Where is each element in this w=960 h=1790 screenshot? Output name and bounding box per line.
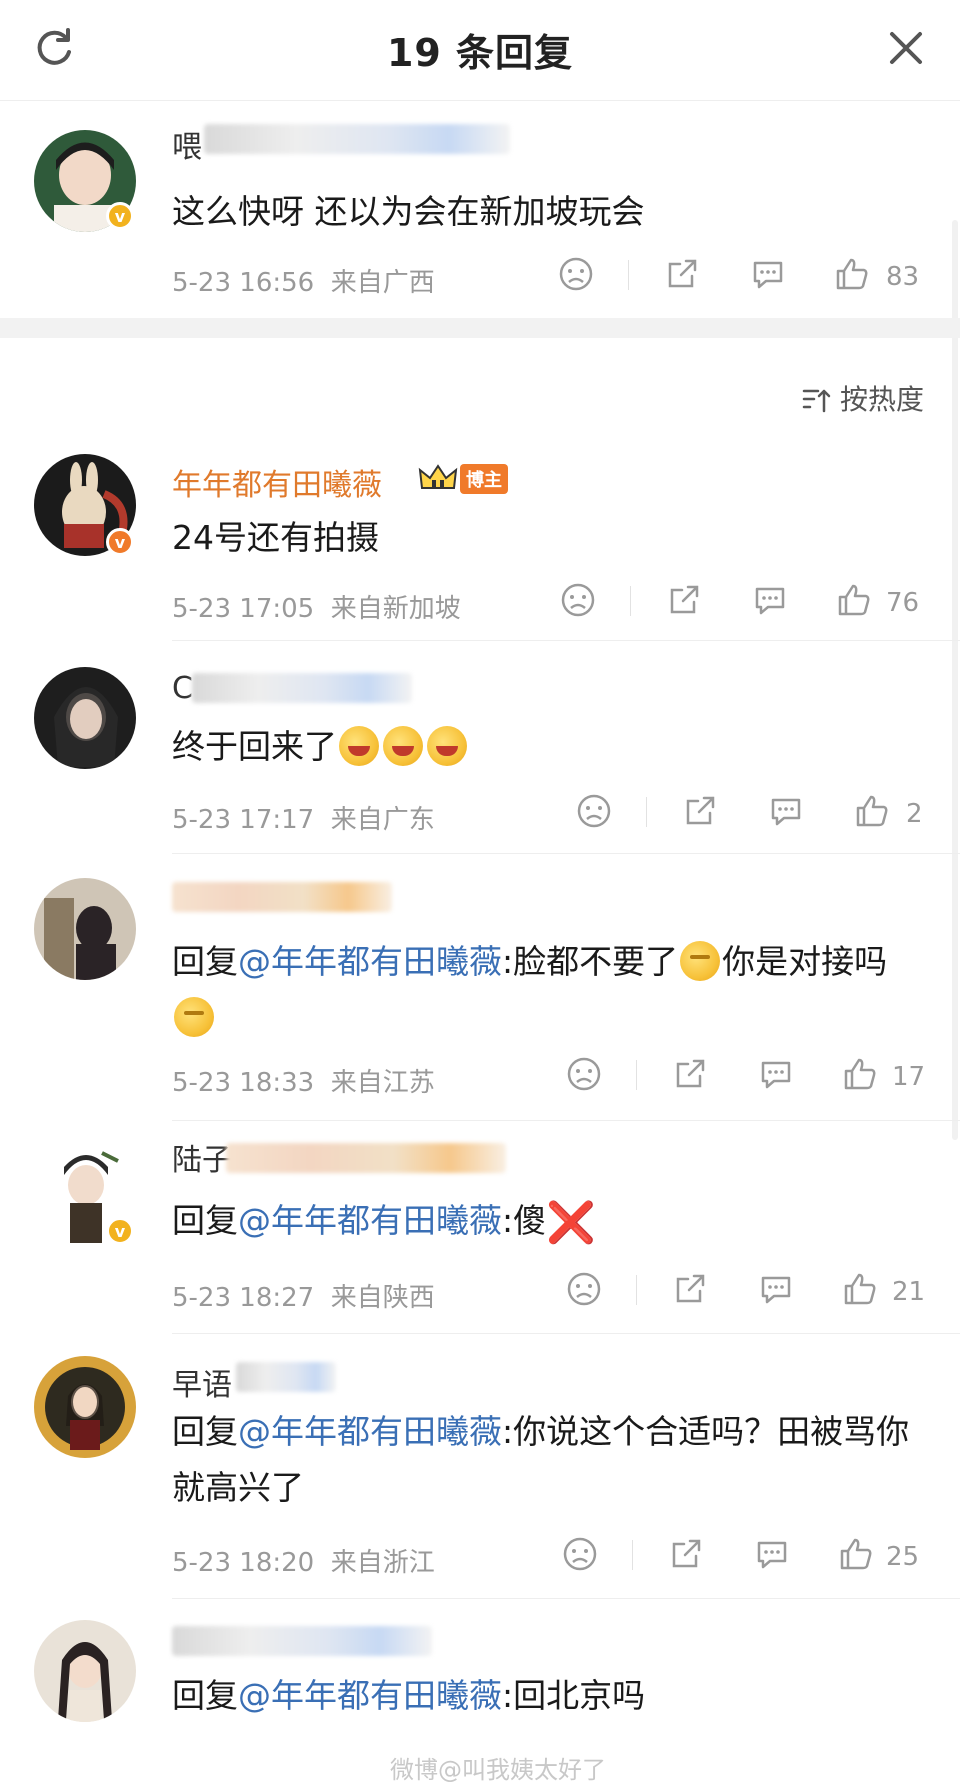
comment-icon[interactable]: [750, 580, 790, 620]
separator: [636, 1060, 637, 1090]
root-comment: v 喂 这么快呀 还以为会在新加坡玩会 5-23 16:56 来自广西 83: [0, 100, 960, 318]
verified-badge-icon: v: [106, 528, 134, 556]
blurred-name: [204, 124, 510, 154]
share-icon[interactable]: [666, 1534, 706, 1574]
smirk-emoji-icon: [680, 941, 721, 981]
comment-meta: 5-23 18:20 来自浙江 25: [172, 1534, 930, 1578]
comment-item: 回复@年年都有田曦薇:脸都不要了 你是对接吗 5-23 18:33 来自江苏 17: [0, 868, 960, 1120]
blurred-name: [192, 673, 412, 703]
comment-text: 回复@年年都有田曦薇:你说这个合适吗？田被骂你就高兴了: [172, 1412, 910, 1507]
divider: [172, 853, 960, 854]
mention-link[interactable]: @年年都有田曦薇: [238, 1412, 502, 1451]
dislike-icon[interactable]: [558, 580, 598, 620]
comment-text: 这么快呀 还以为会在新加坡玩会: [172, 192, 645, 231]
commenter-name[interactable]: 陆子: [172, 1135, 232, 1179]
verified-badge-icon: v: [106, 202, 134, 230]
dislike-icon[interactable]: [564, 1269, 604, 1309]
sort-button[interactable]: 按热度: [802, 378, 924, 420]
comment-icon[interactable]: [766, 791, 806, 831]
watermark: 微博@叫我姨太好了: [390, 1756, 606, 1784]
comment-icon[interactable]: [756, 1054, 796, 1094]
share-icon[interactable]: [664, 580, 704, 620]
like-count: 2: [906, 799, 923, 829]
like-count: 17: [892, 1062, 926, 1092]
share-icon[interactable]: [680, 791, 720, 831]
separator: [630, 586, 631, 616]
like-count: 83: [886, 262, 920, 292]
comment-text: 回复@年年都有田曦薇:傻❌: [172, 1200, 596, 1246]
avatar[interactable]: [34, 878, 136, 980]
laugh-emoji-icon: [427, 726, 467, 766]
separator: [636, 1275, 637, 1305]
separator: [628, 260, 629, 290]
comment-meta: 5-23 18:27 来自陕西 21: [172, 1269, 930, 1313]
close-icon[interactable]: [880, 22, 932, 74]
divider: [172, 1120, 960, 1121]
comment-icon[interactable]: [756, 1269, 796, 1309]
separator: [646, 797, 647, 827]
comment-item: v 年年都有田曦薇 博主 24号还有拍摄 5-23 17:05 来自新加坡 76: [0, 440, 960, 640]
like-count: 25: [886, 1542, 920, 1572]
commenter-name[interactable]: C: [172, 671, 193, 706]
sort-icon: [802, 387, 832, 420]
mention-link[interactable]: @年年都有田曦薇: [238, 1201, 502, 1240]
share-icon[interactable]: [670, 1054, 710, 1094]
comment-icon[interactable]: [752, 1534, 792, 1574]
comment-icon[interactable]: [748, 254, 788, 294]
commenter-name[interactable]: 年年都有田曦薇: [172, 460, 382, 504]
comment-text: 回复@年年都有田曦薇:脸都不要了 你是对接吗: [172, 934, 930, 1046]
like-count: 21: [892, 1277, 926, 1307]
blogger-tag: 博主: [460, 464, 508, 494]
sort-label: 按热度: [839, 383, 924, 416]
divider: [172, 1333, 960, 1334]
like-icon[interactable]: [840, 1269, 880, 1309]
blurred-name: [172, 1626, 432, 1656]
dislike-icon[interactable]: [560, 1534, 600, 1574]
like-icon[interactable]: [836, 1534, 876, 1574]
timestamp: 5-23 16:56 来自广西: [172, 268, 435, 298]
dislike-icon[interactable]: [556, 254, 596, 294]
comment-item: C 终于回来了 5-23 17:17 来自广东 2: [0, 655, 960, 853]
commenter-name[interactable]: 早语: [172, 1360, 232, 1404]
comment-meta: 5-23 17:05 来自新加坡 76: [172, 580, 930, 624]
divider: [172, 1598, 960, 1599]
separator: [632, 1540, 633, 1570]
mention-link[interactable]: @年年都有田曦薇: [238, 1676, 502, 1715]
page-title: 19 条回复: [386, 31, 574, 75]
share-icon[interactable]: [662, 254, 702, 294]
mention-link[interactable]: @年年都有田曦薇: [238, 942, 502, 981]
avatar[interactable]: [34, 667, 136, 769]
like-icon[interactable]: [840, 1054, 880, 1094]
avatar[interactable]: [34, 1356, 136, 1458]
comment-meta: 5-23 17:17 来自广东 2: [172, 791, 930, 835]
divider: [172, 640, 960, 641]
crown-icon: [418, 462, 458, 498]
smirk-emoji-icon: [174, 997, 214, 1037]
comment-item: 早语 回复@年年都有田曦薇:你说这个合适吗？田被骂你就高兴了 5-23 18:2…: [0, 1348, 960, 1598]
comment-item: v 陆子 回复@年年都有田曦薇:傻❌ 5-23 18:27 来自陕西 21: [0, 1135, 960, 1333]
blurred-name: [236, 1362, 336, 1392]
dislike-icon[interactable]: [574, 791, 614, 831]
comment-text: 回复@年年都有田曦薇:回北京吗: [172, 1676, 646, 1715]
like-icon[interactable]: [834, 580, 874, 620]
section-divider: [0, 318, 960, 338]
comment-text: 24号还有拍摄: [172, 518, 379, 557]
verified-badge-icon: v: [106, 1217, 134, 1245]
commenter-name[interactable]: 喂: [172, 122, 202, 166]
like-count: 76: [886, 588, 920, 618]
like-icon[interactable]: [852, 791, 892, 831]
like-icon[interactable]: [832, 254, 872, 294]
cross-mark-icon: ❌: [546, 1200, 596, 1246]
comment-meta: 5-23 16:56 来自广西 83: [172, 254, 930, 298]
comment-text: 终于回来了: [172, 719, 930, 775]
blurred-name: [172, 882, 392, 912]
laugh-emoji-icon: [339, 726, 379, 766]
reply-header: 19 条回复: [0, 0, 960, 101]
avatar[interactable]: [34, 1620, 136, 1722]
dislike-icon[interactable]: [564, 1054, 604, 1094]
comment-meta: 5-23 18:33 来自江苏 17: [172, 1054, 930, 1098]
blurred-name: [226, 1143, 506, 1173]
share-icon[interactable]: [670, 1269, 710, 1309]
laugh-emoji-icon: [383, 726, 423, 766]
